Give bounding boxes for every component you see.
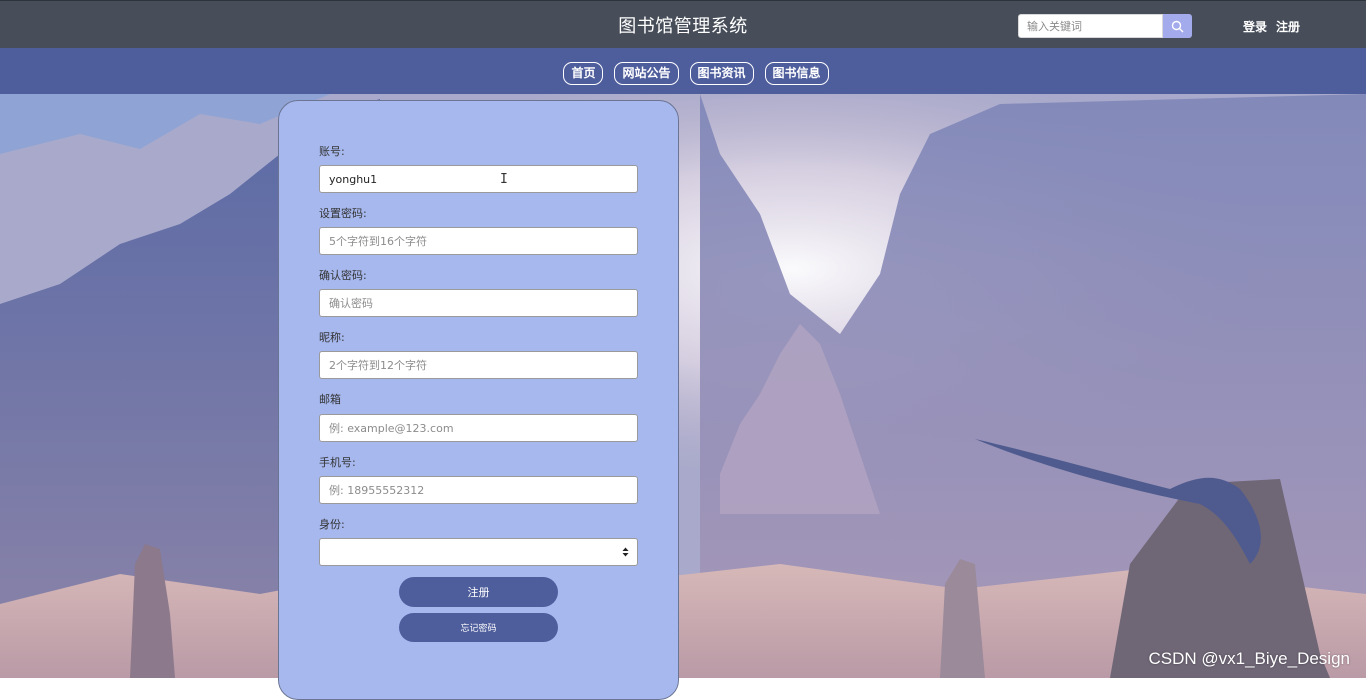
account-label: 账号: — [319, 145, 345, 158]
password-label: 设置密码: — [319, 207, 367, 220]
confirm-password-input[interactable] — [319, 289, 638, 317]
register-form-panel: 账号: I 设置密码: 确认密码: 昵称: 邮箱 手机号: 身份: 注册 忘记密… — [278, 100, 679, 700]
phone-label: 手机号: — [319, 456, 356, 469]
nav-item-book-news[interactable]: 图书资讯 — [689, 62, 754, 85]
email-label: 邮箱 — [319, 393, 341, 406]
landscape-illustration — [0, 94, 1366, 678]
register-button[interactable]: 注册 — [399, 577, 558, 607]
search-input[interactable] — [1018, 14, 1163, 38]
identity-label: 身份: — [319, 518, 345, 531]
search-button[interactable] — [1163, 14, 1192, 38]
password-input[interactable] — [319, 227, 638, 255]
nav-bar: 首页 网站公告 图书资讯 图书信息 — [0, 48, 1366, 94]
nav-menu: 首页 网站公告 图书资讯 图书信息 — [0, 62, 1366, 85]
text-cursor-icon: I — [500, 172, 508, 187]
account-input[interactable] — [319, 165, 638, 193]
nav-item-book-info[interactable]: 图书信息 — [764, 62, 829, 85]
forgot-password-button[interactable]: 忘记密码 — [399, 613, 558, 642]
email-input[interactable] — [319, 414, 638, 442]
identity-select[interactable] — [319, 538, 638, 566]
watermark-text: CSDN @vx1_Biye_Design — [1148, 649, 1350, 668]
nickname-label: 昵称: — [319, 331, 345, 344]
login-link[interactable]: 登录 — [1243, 20, 1267, 34]
select-arrows-icon — [622, 547, 629, 557]
background-image: CSDN @vx1_Biye_Design — [0, 94, 1366, 678]
nav-item-home[interactable]: 首页 — [563, 62, 604, 85]
confirm-password-label: 确认密码: — [319, 269, 367, 282]
nav-item-announcements[interactable]: 网站公告 — [614, 62, 679, 85]
auth-links: 登录 注册 — [1243, 18, 1309, 35]
register-link[interactable]: 注册 — [1276, 20, 1300, 34]
top-header: 图书馆管理系统 登录注册 — [0, 0, 1366, 48]
nickname-input[interactable] — [319, 351, 638, 379]
phone-input[interactable] — [319, 476, 638, 504]
search-icon — [1171, 20, 1184, 32]
